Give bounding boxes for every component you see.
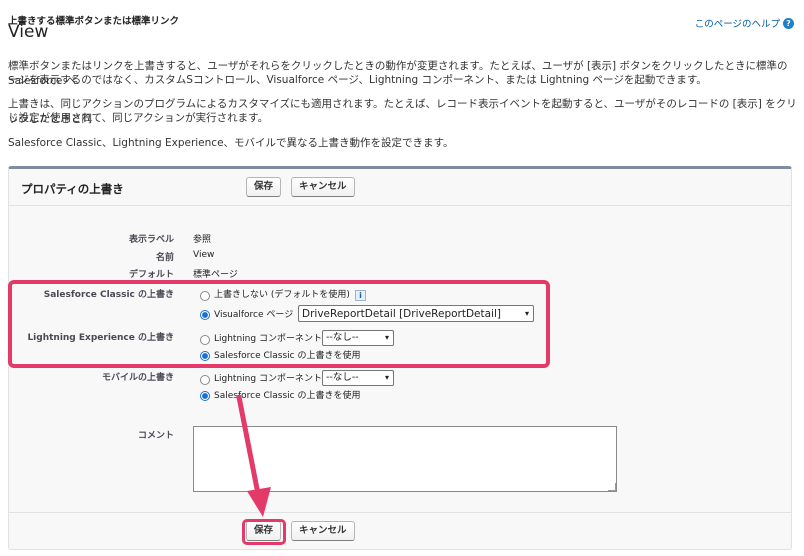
display-label-value: 参照 [193, 235, 212, 245]
save-button-top[interactable]: 保存 [246, 177, 282, 197]
annotation-arrow-head [247, 487, 271, 517]
default-label: デフォルト [128, 270, 174, 280]
cancel-button-bottom[interactable]: キャンセル [291, 521, 355, 541]
description-line-2: ージを表示するのではなく、カスタムSコントロール、Visualforce ページ… [8, 74, 707, 86]
mobile-override-label: モバイルの上書き [101, 373, 174, 383]
description-line-4: じ設定が使用されて、同じアクションが実行されます。 [8, 112, 269, 124]
mobile-component-select-value: --なし-- [326, 372, 359, 383]
name-value: View [193, 250, 215, 260]
default-value: 標準ページ [193, 270, 238, 280]
display-label-label: 表示ラベル [128, 235, 174, 245]
panel-header: プロパティの上書き 保存 キャンセル [9, 169, 791, 206]
chevron-down-icon: ▾ [384, 373, 389, 382]
mobile-component-select[interactable]: --なし-- ▾ [322, 370, 394, 386]
mobile-component-label[interactable]: Lightning コンポーネント [214, 371, 322, 384]
resize-grip-icon[interactable] [608, 483, 616, 491]
description-line-5: Salesforce Classic、Lightning Experience、… [8, 137, 454, 149]
help-icon[interactable]: ? [783, 17, 794, 29]
annotation-arrow-shaft [236, 395, 262, 502]
panel-title: プロパティの上書き [21, 182, 124, 196]
mobile-component-radio[interactable] [200, 375, 210, 385]
panel-footer: 保存 キャンセル [9, 512, 791, 549]
comment-label: コメント [137, 431, 174, 441]
help-link-label[interactable]: このページのヘルプ [695, 16, 780, 30]
annotation-arrow [236, 395, 271, 517]
help-link[interactable]: このページのヘルプ ? [695, 16, 794, 30]
cancel-button-top[interactable]: キャンセル [291, 177, 355, 197]
name-label: 名前 [155, 253, 174, 263]
annotation-highlight-box [8, 280, 550, 368]
mobile-use-classic-radio[interactable] [200, 391, 210, 401]
page-title: View [8, 22, 49, 42]
